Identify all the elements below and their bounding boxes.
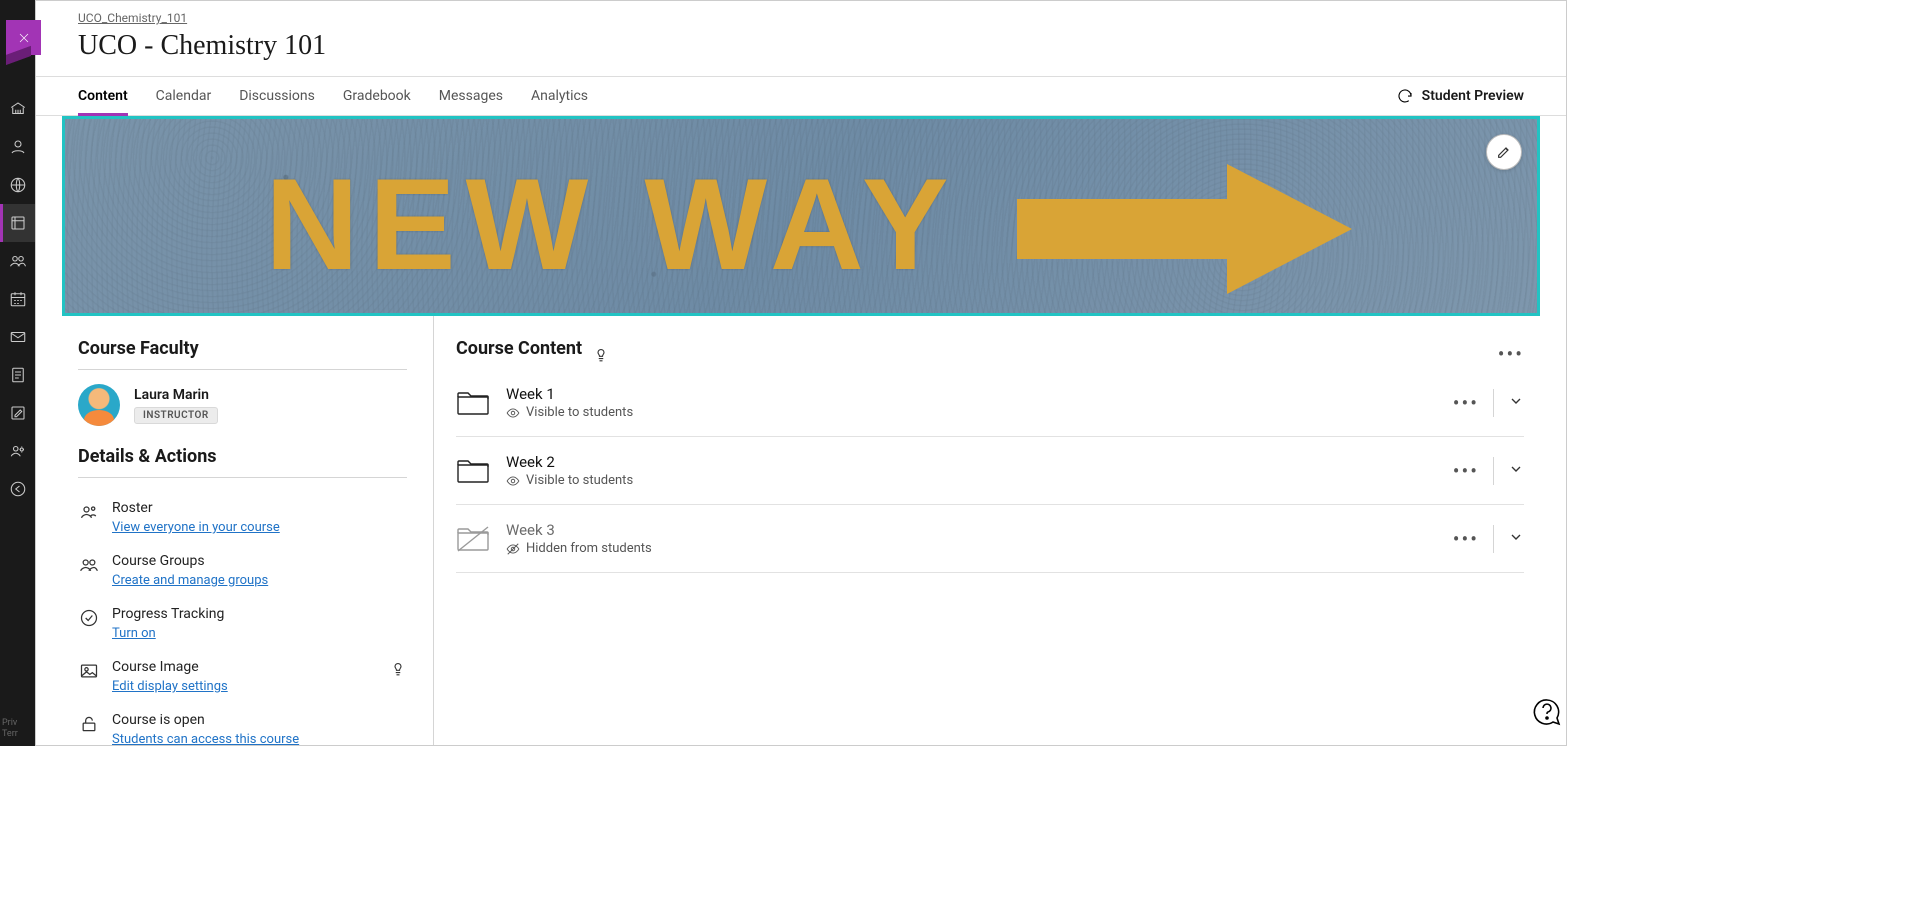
nav-profile-icon[interactable] xyxy=(0,128,35,166)
divider xyxy=(78,477,407,478)
tab-discussions[interactable]: Discussions xyxy=(239,77,315,115)
content-item-title: Week 3 xyxy=(506,521,1437,539)
divider xyxy=(1493,389,1494,417)
details-label: Roster xyxy=(112,500,407,516)
nav-admin-icon[interactable] xyxy=(0,432,35,470)
image-icon xyxy=(78,659,100,681)
groups-link[interactable]: Create and manage groups xyxy=(112,573,268,588)
content-item-more-button[interactable]: ••• xyxy=(1453,529,1479,549)
faculty-section-title: Course Faculty xyxy=(78,338,407,359)
divider xyxy=(1493,525,1494,553)
details-label: Course Image xyxy=(112,659,377,675)
chevron-down-icon xyxy=(1508,393,1524,409)
details-item-course-image: Course Image Edit display settings xyxy=(78,651,407,704)
progress-icon xyxy=(78,606,100,628)
tab-calendar[interactable]: Calendar xyxy=(156,77,212,115)
content-item-title: Week 2 xyxy=(506,453,1437,471)
nav-institution-icon[interactable] xyxy=(0,90,35,128)
details-label: Course is open xyxy=(112,712,407,728)
divider xyxy=(78,369,407,370)
eye-off-icon xyxy=(506,542,520,556)
banner-text: NEW WAY xyxy=(265,149,959,299)
nav-courses-icon[interactable] xyxy=(0,204,35,242)
rail-footer: Priv Terr xyxy=(2,718,18,740)
nav-grades-icon[interactable] xyxy=(0,356,35,394)
course-content-area: Course Content ••• Week 1 Visible to stu… xyxy=(434,316,1566,745)
details-item-progress: Progress Tracking Turn on xyxy=(78,598,407,651)
close-panel-button[interactable] xyxy=(6,20,41,55)
content-item-more-button[interactable]: ••• xyxy=(1453,461,1479,481)
course-image-link[interactable]: Edit display settings xyxy=(112,679,228,694)
pencil-icon xyxy=(1496,144,1512,160)
tab-content[interactable]: Content xyxy=(78,77,128,115)
course-panel: UCO_Chemistry_101 UCO - Chemistry 101 Co… xyxy=(35,0,1567,746)
content-item-title: Week 1 xyxy=(506,385,1437,403)
details-item-groups: Course Groups Create and manage groups xyxy=(78,545,407,598)
folder-icon xyxy=(456,389,490,417)
nav-calendar-icon[interactable] xyxy=(0,280,35,318)
content-item[interactable]: Week 1 Visible to students ••• xyxy=(456,369,1524,437)
help-button[interactable] xyxy=(1532,697,1562,727)
divider xyxy=(1493,457,1494,485)
edit-banner-button[interactable] xyxy=(1486,134,1522,170)
tab-analytics[interactable]: Analytics xyxy=(531,77,588,115)
course-banner-wrap: NEW WAY xyxy=(62,116,1540,316)
nav-tools-icon[interactable] xyxy=(0,394,35,432)
expand-button[interactable] xyxy=(1508,461,1524,481)
content-more-button[interactable]: ••• xyxy=(1498,344,1524,364)
content-item-more-button[interactable]: ••• xyxy=(1453,393,1479,413)
role-badge: INSTRUCTOR xyxy=(134,407,218,424)
page-title: UCO - Chemistry 101 xyxy=(78,30,1566,62)
roster-link[interactable]: View everyone in your course xyxy=(112,520,280,535)
content-item[interactable]: Week 2 Visible to students ••• xyxy=(456,437,1524,505)
details-label: Course Groups xyxy=(112,553,407,569)
expand-button[interactable] xyxy=(1508,393,1524,413)
course-open-link[interactable]: Students can access this course xyxy=(112,732,299,745)
tab-messages[interactable]: Messages xyxy=(439,77,503,115)
details-label: Progress Tracking xyxy=(112,606,407,622)
hint-icon[interactable] xyxy=(592,345,610,363)
chevron-down-icon xyxy=(1508,529,1524,545)
roster-icon xyxy=(78,500,100,522)
details-section-title: Details & Actions xyxy=(78,446,407,467)
faculty-name: Laura Marin xyxy=(134,387,218,403)
course-tabs: Content Calendar Discussions Gradebook M… xyxy=(36,76,1566,116)
nav-organizations-icon[interactable] xyxy=(0,242,35,280)
eye-icon xyxy=(506,474,520,488)
progress-link[interactable]: Turn on xyxy=(112,626,156,641)
folder-hidden-icon xyxy=(456,525,490,553)
nav-activity-icon[interactable] xyxy=(0,166,35,204)
content-item-visibility: Hidden from students xyxy=(526,541,652,556)
folder-icon xyxy=(456,457,490,485)
expand-button[interactable] xyxy=(1508,529,1524,549)
content-section-title: Course Content xyxy=(456,338,582,359)
global-nav-rail: Priv Terr xyxy=(0,0,35,746)
details-item-roster: Roster View everyone in your course xyxy=(78,492,407,545)
faculty-row[interactable]: Laura Marin INSTRUCTOR xyxy=(78,384,407,426)
nav-messages-icon[interactable] xyxy=(0,318,35,356)
hint-icon[interactable] xyxy=(389,659,407,677)
course-header: UCO_Chemistry_101 UCO - Chemistry 101 xyxy=(36,1,1566,62)
groups-icon xyxy=(78,553,100,575)
help-icon xyxy=(1532,697,1562,727)
content-item-visibility: Visible to students xyxy=(526,473,633,488)
arrow-right-icon xyxy=(1017,159,1357,303)
content-item[interactable]: Week 3 Hidden from students ••• xyxy=(456,505,1524,573)
chevron-down-icon xyxy=(1508,461,1524,477)
student-preview-label: Student Preview xyxy=(1422,88,1524,104)
course-sidebar: Course Faculty Laura Marin INSTRUCTOR De… xyxy=(36,316,434,745)
avatar xyxy=(78,384,120,426)
content-item-visibility: Visible to students xyxy=(526,405,633,420)
student-preview-icon xyxy=(1396,87,1414,105)
details-item-course-open: Course is open Students can access this … xyxy=(78,704,407,745)
breadcrumb[interactable]: UCO_Chemistry_101 xyxy=(78,11,187,25)
tab-gradebook[interactable]: Gradebook xyxy=(343,77,411,115)
course-banner: NEW WAY xyxy=(62,116,1540,316)
eye-icon xyxy=(506,406,520,420)
student-preview-button[interactable]: Student Preview xyxy=(1396,87,1524,105)
unlock-icon xyxy=(78,712,100,734)
nav-signout-icon[interactable] xyxy=(0,470,35,508)
